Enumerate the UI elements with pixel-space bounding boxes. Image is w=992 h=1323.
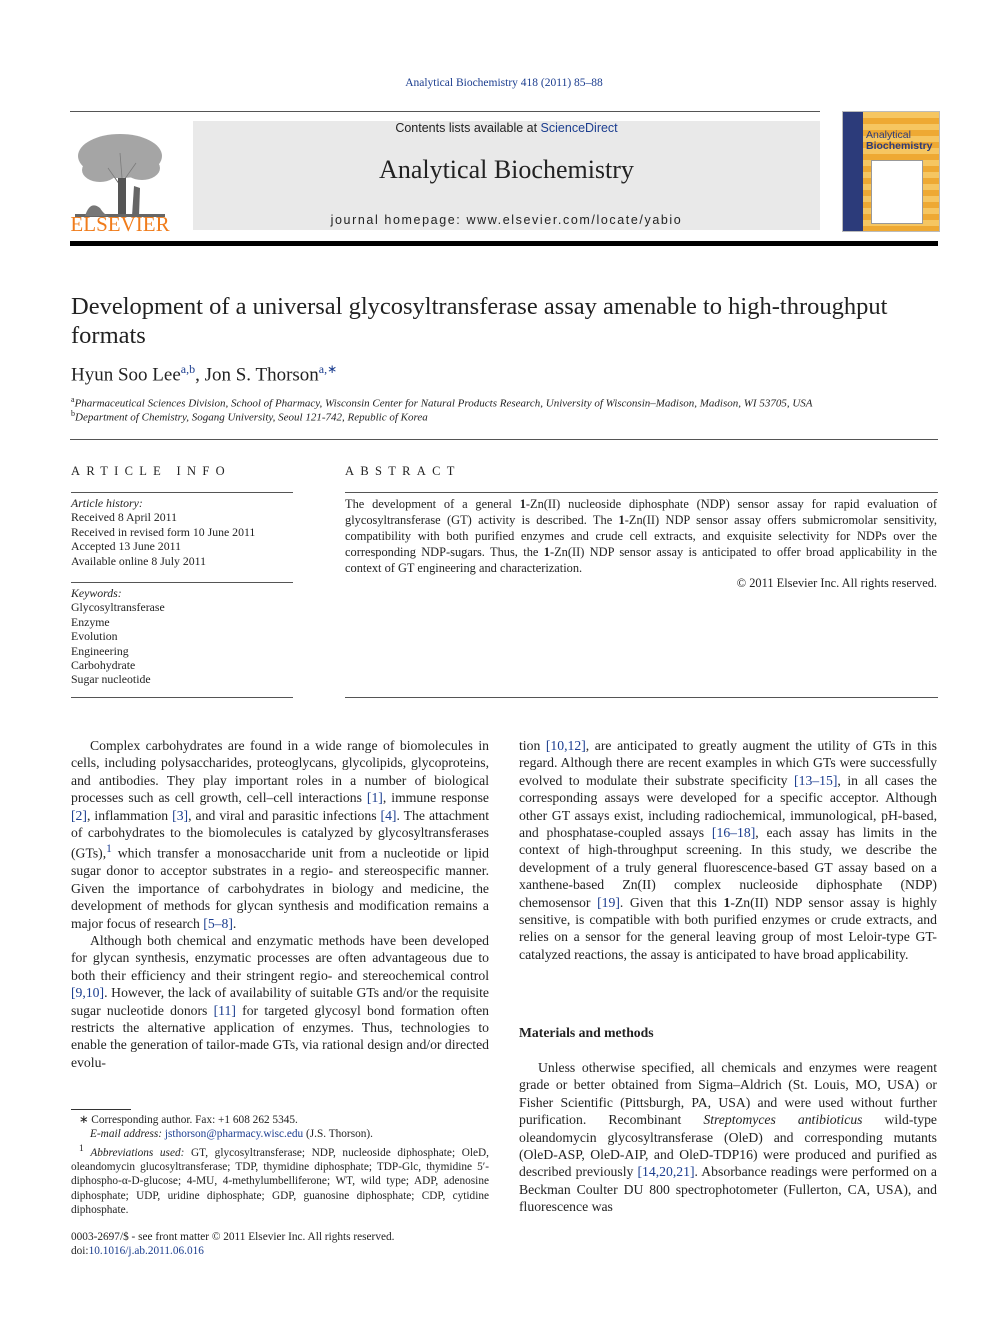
history-online: Available online 8 July 2011 xyxy=(71,553,206,568)
article-title: Development of a universal glycosyltrans… xyxy=(71,293,888,349)
journal-reference-link[interactable]: Analytical Biochemistry 418 (2011) 85–88 xyxy=(0,77,992,89)
keyword: Engineering xyxy=(71,643,129,658)
article-info-rule xyxy=(71,492,293,493)
body-paragraph: Unless otherwise specified, all chemical… xyxy=(519,1060,938,1215)
abstract-text: The development of a general 1-Zn(II) nu… xyxy=(345,497,938,575)
citation-link[interactable]: [13–15] xyxy=(794,773,837,788)
keyword: Glycosyltransferase xyxy=(71,600,165,615)
author-affiliation-sup[interactable]: a,∗ xyxy=(319,362,337,376)
cover-figure xyxy=(871,160,923,224)
author-name[interactable]: Jon S. Thorson xyxy=(205,364,319,385)
citation-link[interactable]: [3] xyxy=(172,808,188,823)
keyword: Carbohydrate xyxy=(71,658,136,673)
corresponding-author-note: ∗ Corresponding author. Fax: +1 608 262 … xyxy=(79,1114,298,1126)
footnotes: ∗ Corresponding author. Fax: +1 608 262 … xyxy=(71,1113,489,1218)
keyword: Evolution xyxy=(71,629,118,644)
history-accepted: Accepted 13 June 2011 xyxy=(71,539,181,554)
header-thick-rule xyxy=(70,241,938,246)
article-history: Article history: Received 8 April 2011 R… xyxy=(71,496,301,568)
article-info-bottom-rule xyxy=(71,697,293,698)
contents-line: Contents lists available at ScienceDirec… xyxy=(193,121,820,135)
citation-link[interactable]: [10,12] xyxy=(546,738,586,753)
cover-spine xyxy=(843,112,863,231)
author-affiliation-sup[interactable]: a,b xyxy=(181,362,195,376)
journal-cover-thumbnail[interactable]: Analytical Biochemistry xyxy=(842,111,940,232)
sciencedirect-link[interactable]: ScienceDirect xyxy=(541,121,618,135)
citation-link[interactable]: [9,10] xyxy=(71,985,104,1000)
affiliation-b: bDepartment of Chemistry, Sogang Univers… xyxy=(71,409,428,424)
email-link[interactable]: jsthorson@pharmacy.wisc.edu xyxy=(165,1128,303,1140)
affiliation-rule xyxy=(70,439,938,440)
journal-homepage-link[interactable]: journal homepage: www.elsevier.com/locat… xyxy=(193,213,820,227)
methods-text: Unless otherwise specified, all chemical… xyxy=(519,1059,937,1216)
author-list: Hyun Soo Leea,b, Jon S. Thorsona,∗ xyxy=(71,362,338,386)
doi-line: doi:10.1016/j.ab.2011.06.016 xyxy=(71,1245,204,1258)
contents-prefix: Contents lists available at xyxy=(395,121,541,135)
abbreviations-note: 1 Abbreviations used: GT, glycosyltransf… xyxy=(71,1143,489,1217)
history-revised: Received in revised form 10 June 2011 xyxy=(71,524,256,539)
email-note: E-mail address: jsthorson@pharmacy.wisc.… xyxy=(90,1128,373,1141)
citation-link[interactable]: [5–8] xyxy=(203,916,233,931)
citation-link[interactable]: [1] xyxy=(367,790,383,805)
issn-line: 0003-2697/$ - see front matter © 2011 El… xyxy=(71,1231,395,1243)
keyword: Enzyme xyxy=(71,614,110,629)
body-paragraph: Complex carbohydrates are found in a wid… xyxy=(71,738,490,931)
abstract-heading: ABSTRACT xyxy=(345,464,461,478)
citation-link[interactable]: [11] xyxy=(214,1003,236,1018)
citation-link[interactable]: [2] xyxy=(71,808,87,823)
body-paragraph: Although both chemical and enzymatic met… xyxy=(71,933,489,1070)
history-received: Received 8 April 2011 xyxy=(71,510,178,525)
header-rule xyxy=(70,111,820,112)
doi-link[interactable]: 10.1016/j.ab.2011.06.016 xyxy=(89,1245,204,1257)
abstract-rule xyxy=(345,492,938,493)
keywords-rule xyxy=(71,582,293,583)
author-name[interactable]: Hyun Soo Lee xyxy=(71,364,181,385)
body-paragraph: tion [10,12], are anticipated to greatly… xyxy=(519,738,937,962)
citation-link[interactable]: [16–18] xyxy=(712,825,755,840)
elsevier-wordmark: ELSEVIER xyxy=(70,212,170,236)
keywords-label: Keywords: xyxy=(71,586,122,600)
journal-name: Analytical Biochemistry xyxy=(379,155,634,184)
cover-title: Analytical Biochemistry xyxy=(866,129,933,152)
history-label: Article history: xyxy=(71,496,143,510)
article-info-heading: ARTICLE INFO xyxy=(71,464,231,478)
section-heading-methods: Materials and methods xyxy=(519,1025,654,1040)
citation-link[interactable]: [14,20,21] xyxy=(637,1164,694,1179)
body-right-column: tion [10,12], are anticipated to greatly… xyxy=(519,737,937,963)
keywords-list: Keywords: Glycosyltransferase Enzyme Evo… xyxy=(71,586,301,687)
keyword: Sugar nucleotide xyxy=(71,672,151,687)
abstract-bottom-rule xyxy=(345,697,938,698)
body-left-column: Complex carbohydrates are found in a wid… xyxy=(71,737,489,1071)
affiliation-a: aPharmaceutical Sciences Division, Schoo… xyxy=(71,395,813,410)
footnote-rule xyxy=(71,1109,131,1110)
citation-link[interactable]: [19] xyxy=(597,895,620,910)
citation-link[interactable]: [4] xyxy=(381,808,397,823)
front-matter: 0003-2697/$ - see front matter © 2011 El… xyxy=(71,1230,394,1259)
abstract-copyright: © 2011 Elsevier Inc. All rights reserved… xyxy=(736,576,937,590)
